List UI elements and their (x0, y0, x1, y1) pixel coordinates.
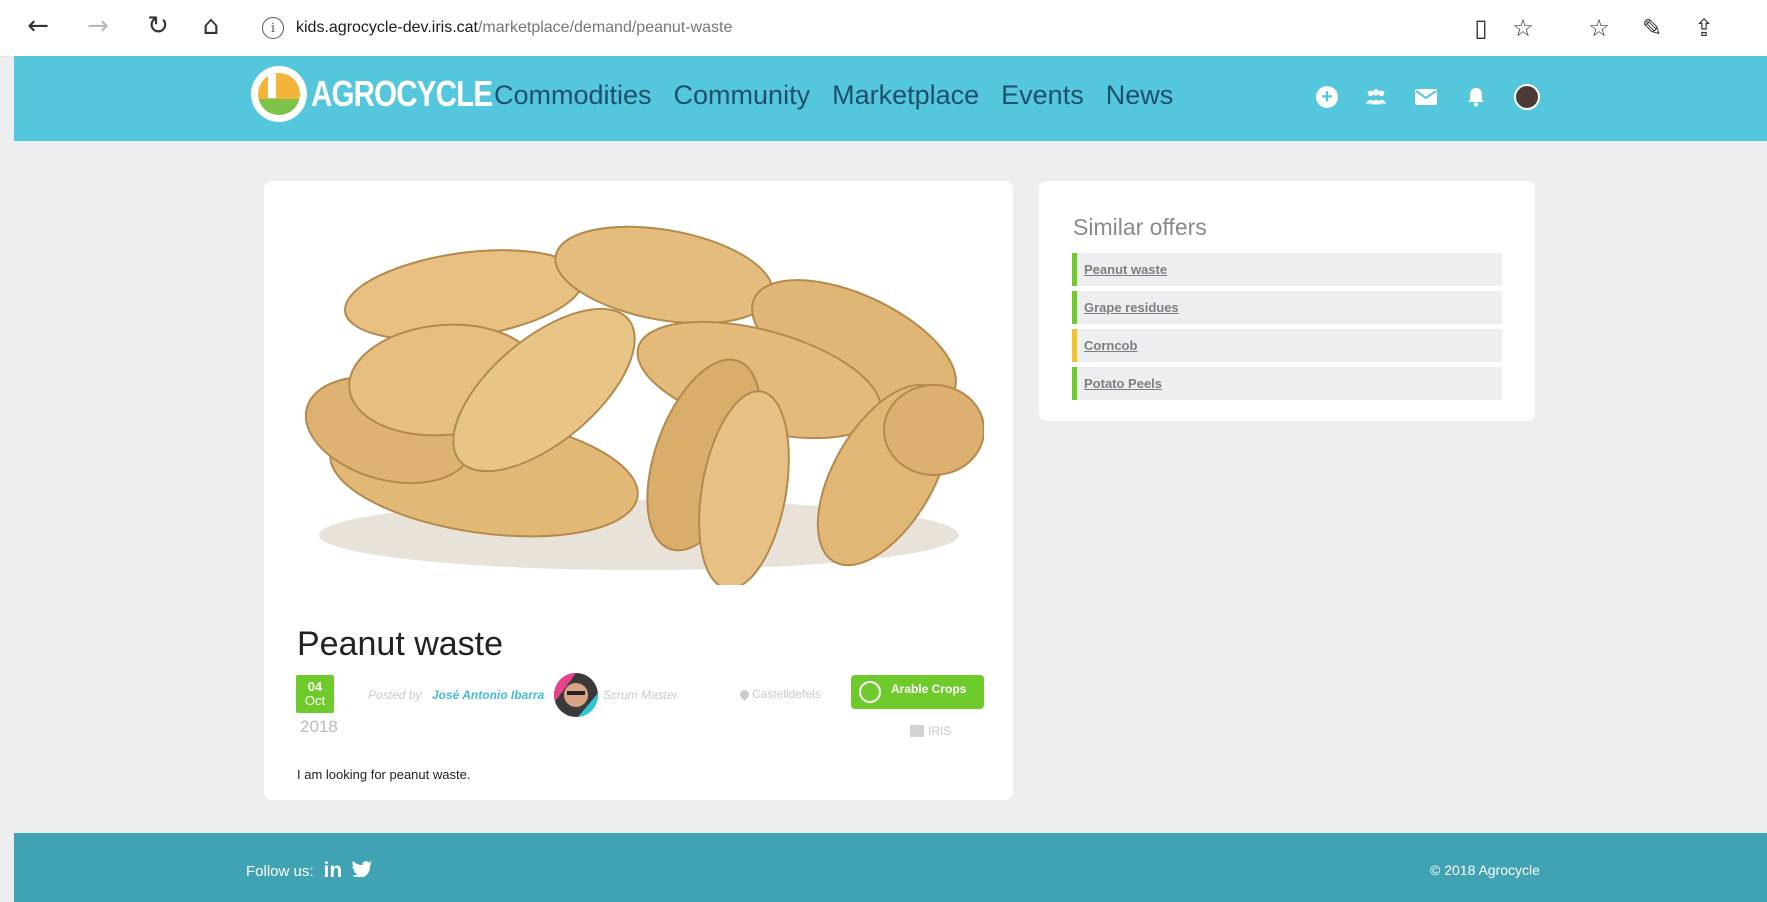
back-icon[interactable]: ← (20, 8, 56, 44)
favorite-star-icon[interactable]: ☆ (1505, 10, 1541, 46)
author-avatar[interactable] (554, 673, 598, 717)
menu-commodities[interactable]: Commodities (494, 80, 652, 111)
site-header: AGROCYCLE Commodities Community Marketpl… (14, 56, 1767, 141)
offer-link-grape-residues[interactable]: Grape residues (1084, 300, 1179, 315)
favorites-list-icon[interactable]: ☆ (1581, 10, 1617, 46)
user-avatar-icon[interactable] (1514, 84, 1540, 110)
pen-icon[interactable]: ✎ (1634, 10, 1670, 46)
twitter-icon[interactable] (352, 861, 373, 881)
add-icon[interactable]: + (1316, 86, 1338, 108)
similar-offers-title: Similar offers (1073, 214, 1207, 240)
logo-text: AGROCYCLE (311, 73, 493, 114)
share-icon[interactable]: ⇪ (1686, 10, 1722, 46)
copyright: © 2018 Agrocycle (1430, 862, 1540, 878)
community-icon[interactable] (1364, 85, 1388, 109)
date-month: Oct (304, 693, 326, 708)
similar-offers-list: Peanut waste Grape residues Corncob Pota… (1072, 253, 1502, 405)
menu-marketplace[interactable]: Marketplace (832, 80, 979, 111)
agrocycle-logo[interactable]: AGROCYCLE (251, 66, 532, 122)
home-icon[interactable]: ⌂ (193, 8, 229, 44)
date-day: 04 (307, 679, 323, 694)
category-badge[interactable]: Arable Crops (851, 675, 984, 709)
info-icon[interactable]: i (262, 17, 284, 39)
post-title: Peanut waste (297, 625, 504, 663)
bell-icon[interactable] (1464, 85, 1488, 109)
address-bar[interactable]: i kids.agrocycle-dev.iris.cat /marketpla… (262, 11, 1462, 45)
offer-link-peanut-waste[interactable]: Peanut waste (1084, 262, 1167, 277)
list-item: Potato Peels (1072, 367, 1502, 400)
list-item: Peanut waste (1072, 253, 1502, 286)
date-year: 2018 (300, 717, 338, 736)
url-path: /marketplace/demand/peanut-waste (477, 19, 733, 36)
site-footer: Follow us: in © 2018 Agrocycle (14, 833, 1767, 902)
posted-by-label: Posted by (368, 688, 422, 702)
location: Castelldefels (738, 687, 821, 701)
menu-news[interactable]: News (1106, 80, 1174, 111)
menu-community[interactable]: Community (674, 80, 811, 111)
organization-name: IRIS (928, 724, 952, 738)
offer-link-potato-peels[interactable]: Potato Peels (1084, 376, 1162, 391)
post-description: I am looking for peanut waste. (297, 767, 471, 782)
header-icons: + (1316, 84, 1540, 110)
date-badge: 04 Oct (296, 675, 334, 713)
category-label: Arable Crops (891, 682, 967, 696)
menu-events[interactable]: Events (1001, 80, 1084, 111)
linkedin-icon[interactable]: in (324, 859, 343, 883)
main-menu: Commodities Community Marketplace Events… (494, 80, 1173, 111)
url-host: kids.agrocycle-dev.iris.cat (296, 19, 478, 36)
author-link[interactable]: José Antonio Ibarra (432, 688, 544, 702)
offer-link-corncob[interactable]: Corncob (1084, 338, 1137, 353)
browser-toolbar: ← → ↻ ⌂ i kids.agrocycle-dev.iris.cat /m… (0, 0, 1767, 57)
organization: IRIS (910, 724, 951, 738)
follow-label: Follow us: (246, 862, 314, 880)
refresh-icon[interactable]: ↻ (140, 8, 176, 44)
follow-us: Follow us: in (246, 859, 373, 883)
list-item: Corncob (1072, 329, 1502, 362)
list-item: Grape residues (1072, 291, 1502, 324)
reading-view-icon[interactable]: ▯ (1463, 10, 1499, 46)
author-role: Scrum Master (603, 688, 678, 702)
similar-offers-panel: Similar offers Peanut waste Grape residu… (1039, 181, 1535, 421)
peanut-photo (294, 205, 984, 585)
logo-emblem-icon (251, 66, 307, 122)
mail-icon[interactable] (1414, 85, 1438, 109)
building-icon (910, 725, 924, 737)
location-pin-icon (738, 687, 751, 701)
demand-card: Peanut waste 04 Oct 2018 Posted by José … (264, 181, 1013, 800)
location-text: Castelldefels (752, 687, 821, 701)
forward-icon[interactable]: → (80, 8, 116, 44)
sprout-icon (859, 681, 881, 703)
